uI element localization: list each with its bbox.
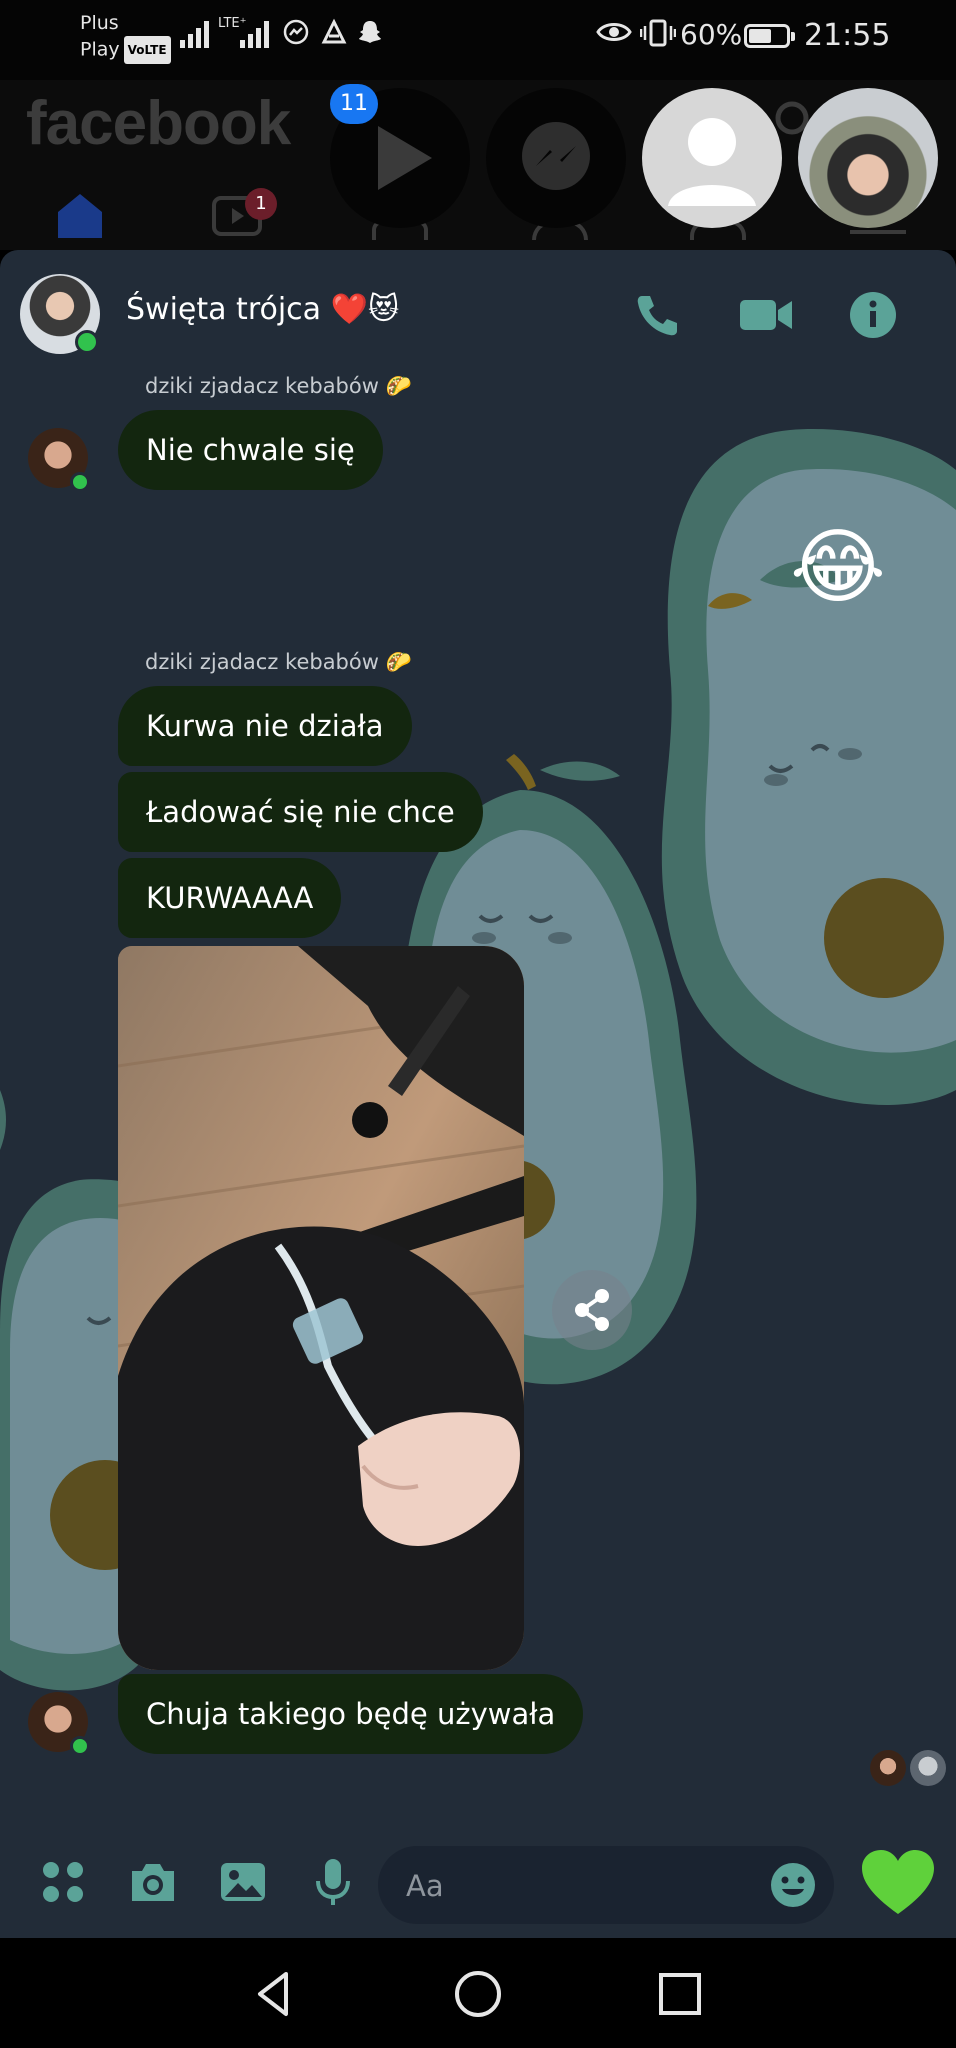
emoji-icon[interactable] — [768, 1860, 818, 1910]
battery-percent: 60% — [680, 18, 743, 51]
conversation-header: Święta trójca ❤️😻 — [0, 250, 956, 378]
signal-icon-2 — [240, 18, 269, 48]
read-receipt-avatar — [910, 1750, 946, 1786]
share-button[interactable] — [552, 1270, 632, 1350]
watch-badge: 1 — [245, 188, 277, 220]
menu-icon[interactable] — [850, 230, 906, 240]
phone-icon[interactable] — [632, 290, 682, 340]
online-indicator — [70, 472, 90, 492]
clock: 21:55 — [804, 18, 891, 53]
chat-head-badge: 11 — [330, 84, 378, 124]
read-receipt-avatar — [870, 1750, 906, 1786]
photo-message[interactable] — [118, 946, 524, 1670]
messenger-icon — [522, 122, 590, 190]
share-icon — [575, 1289, 609, 1331]
online-indicator — [75, 330, 99, 354]
carrier-info: Plus Play VoLTE — [80, 10, 171, 64]
info-icon[interactable] — [848, 290, 898, 340]
facebook-logo: facebook — [26, 89, 291, 158]
like-heart-icon[interactable] — [860, 1848, 936, 1918]
message-bubble[interactable]: Nie chwale się — [118, 410, 383, 490]
recents-icon[interactable] — [652, 1966, 708, 2022]
chat-head-group-photo[interactable] — [798, 88, 938, 228]
microphone-icon[interactable] — [306, 1855, 360, 1909]
carrier-name-2: Play — [80, 38, 120, 61]
message-composer — [0, 1830, 956, 1938]
chat-head-default-avatar[interactable] — [642, 88, 782, 228]
video-camera-icon[interactable] — [738, 290, 794, 340]
carrier-name-1: Plus — [80, 12, 119, 34]
message-bubble[interactable]: Chuja takiego będę używała — [118, 1674, 584, 1754]
reaction-emoji[interactable]: 😂 — [790, 518, 886, 618]
volte-badge: VoLTE — [123, 36, 171, 64]
battery-icon — [744, 24, 795, 48]
apps-grid-icon[interactable] — [36, 1855, 90, 1909]
conversation-title[interactable]: Święta trójca ❤️😻 — [126, 292, 399, 327]
snapchat-icon — [359, 21, 381, 43]
home-icon[interactable] — [52, 190, 108, 240]
message-input-container[interactable] — [378, 1846, 834, 1926]
message-bubble[interactable]: Kurwa nie działa — [118, 686, 412, 766]
online-indicator — [70, 1736, 90, 1756]
chat-window: Święta trójca ❤️😻 dziki zjadacz kebabów … — [0, 250, 956, 1938]
camera-icon[interactable] — [126, 1855, 180, 1909]
back-icon[interactable] — [246, 1966, 302, 2022]
vibrate-icon — [640, 19, 676, 47]
messenger-notification-icon — [283, 19, 309, 45]
message-bubble[interactable]: KURWAAAA — [118, 858, 342, 938]
status-bar: Plus Play VoLTE LTE⁺ 60% 21:55 — [0, 0, 956, 80]
system-navigation-bar — [0, 1938, 956, 2048]
home-button-icon[interactable] — [450, 1966, 506, 2022]
message-bubble[interactable]: Ładować się nie chce — [118, 772, 483, 852]
photo-content — [118, 946, 524, 1670]
app-notification-icon — [321, 18, 347, 44]
chat-head-messenger[interactable] — [486, 88, 626, 228]
sender-name: dziki zjadacz kebabów 🌮 — [145, 374, 412, 398]
eye-icon — [596, 23, 632, 41]
sender-name: dziki zjadacz kebabów 🌮 — [145, 650, 412, 674]
message-input[interactable] — [404, 1846, 748, 1926]
signal-icon — [180, 18, 209, 48]
default-avatar-icon — [668, 118, 756, 206]
gallery-icon[interactable] — [216, 1855, 270, 1909]
